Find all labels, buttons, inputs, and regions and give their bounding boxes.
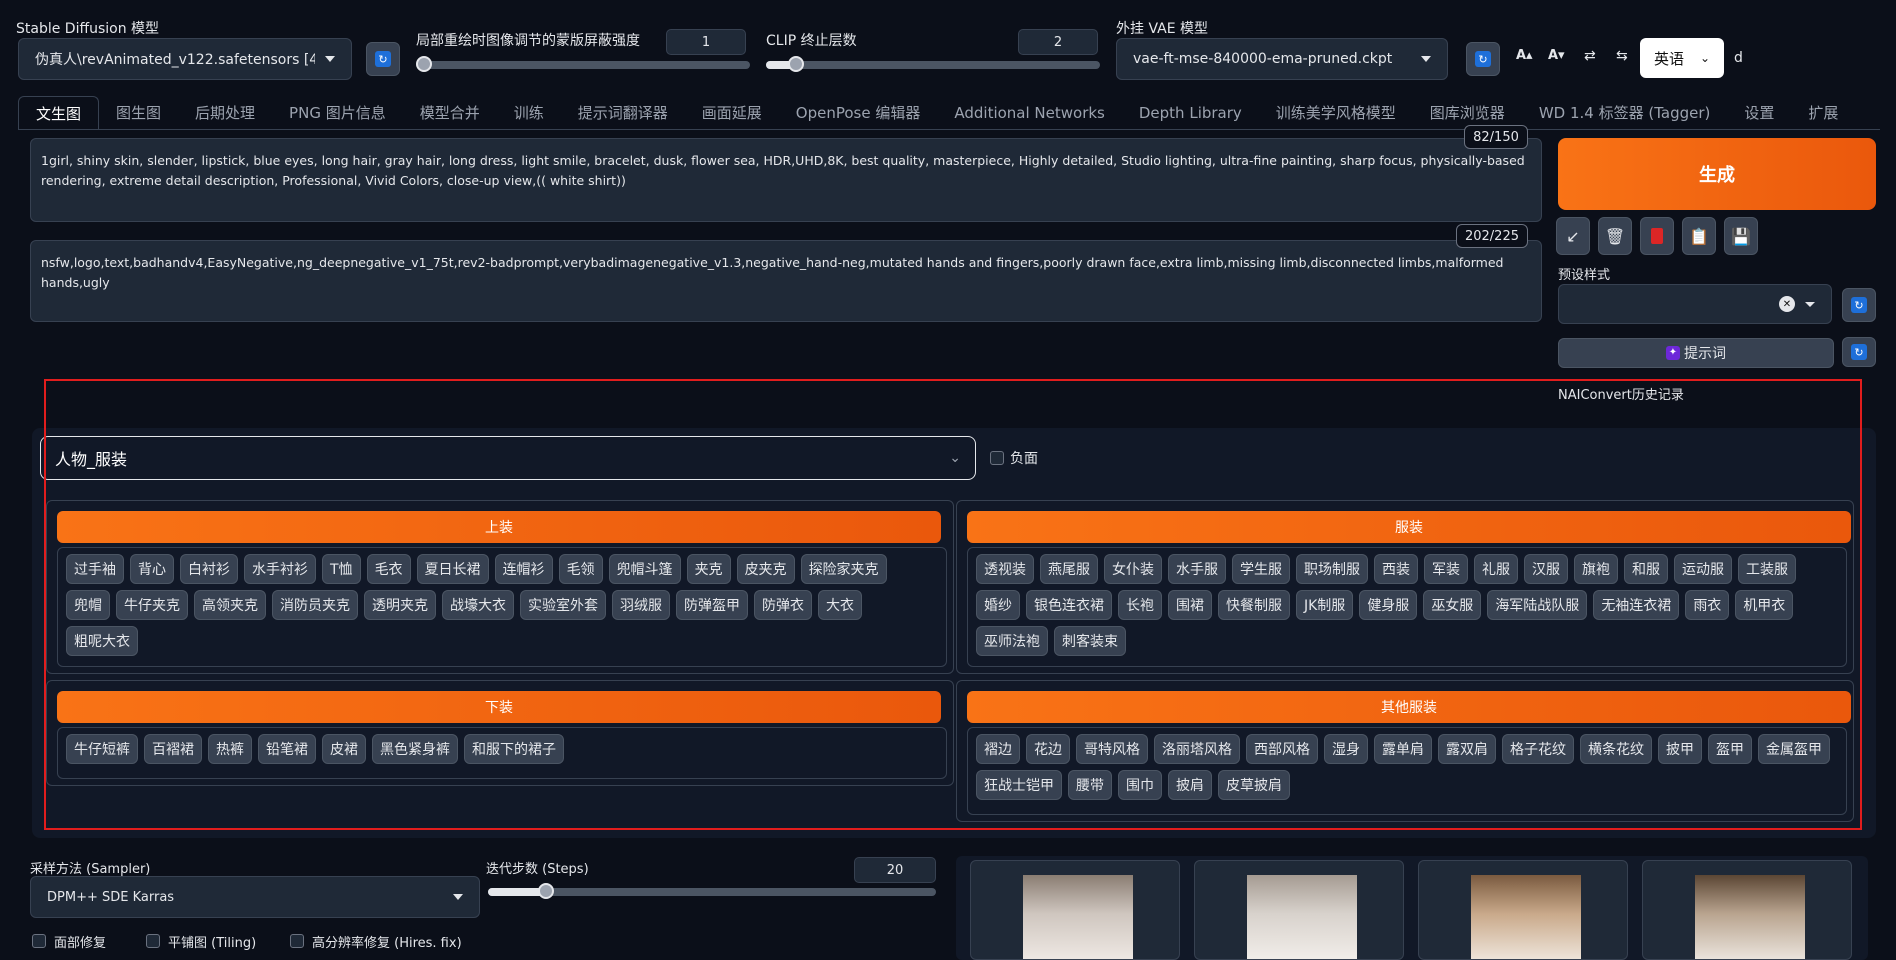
clipboard-icon[interactable]: 📋 bbox=[1682, 217, 1716, 255]
tab-item[interactable]: 训练 bbox=[497, 96, 561, 130]
model-label: Stable Diffusion 模型 bbox=[16, 21, 160, 37]
vae-select[interactable]: vae-ft-mse-840000-ema-pruned.ckpt bbox=[1116, 38, 1448, 80]
steps-slider[interactable] bbox=[488, 883, 936, 899]
refresh-preset-button[interactable]: ↻ bbox=[1842, 288, 1876, 322]
tab-item[interactable]: 提示词翻译器 bbox=[561, 96, 685, 130]
tab-item[interactable]: 扩展 bbox=[1791, 96, 1855, 130]
negative-prompt-text: nsfw,logo,text,badhandv4,EasyNegative,ng… bbox=[41, 255, 1504, 290]
clip-value-input[interactable]: 2 bbox=[1018, 29, 1098, 55]
tab-item[interactable]: 文生图 bbox=[18, 96, 100, 130]
mask-value-input[interactable]: 1 bbox=[666, 29, 746, 55]
font-down-icon[interactable]: A▾ bbox=[1548, 48, 1565, 63]
image-thumbnail bbox=[1023, 875, 1133, 959]
negative-prompt-textarea[interactable]: nsfw,logo,text,badhandv4,EasyNegative,ng… bbox=[30, 240, 1542, 322]
image-thumbnail bbox=[1471, 875, 1581, 959]
sampler-label: 采样方法 (Sampler) bbox=[30, 862, 151, 877]
extra-letter: d bbox=[1734, 50, 1743, 66]
sparkle-icon: ✦ bbox=[1666, 346, 1680, 360]
preset-select[interactable]: ✕ bbox=[1558, 284, 1832, 324]
tab-item[interactable]: OpenPose 编辑器 bbox=[779, 96, 938, 130]
chevron-down-icon: ⌄ bbox=[1699, 51, 1710, 65]
hires-checkbox[interactable] bbox=[290, 934, 304, 948]
steps-label: 迭代步数 (Steps) bbox=[486, 862, 589, 877]
gallery-image[interactable] bbox=[1418, 860, 1628, 960]
highlight-box bbox=[44, 379, 1862, 830]
chevron-down-icon bbox=[325, 56, 335, 62]
gallery-image[interactable] bbox=[970, 860, 1180, 960]
model-value: 伪真人\revAnimated_v122.safetensors [4199bc bbox=[35, 52, 315, 68]
hires-label: 高分辨率修复 (Hires. fix) bbox=[312, 936, 462, 951]
refresh-model-button[interactable]: ↻ bbox=[366, 42, 400, 76]
font-up-icon[interactable]: A▴ bbox=[1516, 48, 1533, 63]
face-fix-label: 面部修复 bbox=[54, 936, 107, 951]
tiling-checkbox[interactable] bbox=[146, 934, 160, 948]
tab-bar: 文生图 图生图 后期处理 PNG 图片信息 模型合并 训练 提示词翻译器 画面延展 OpenPo… bbox=[18, 96, 1855, 130]
language-value: 英语 bbox=[1654, 49, 1685, 68]
tiling-label: 平铺图 (Tiling) bbox=[168, 936, 257, 951]
align-icon[interactable]: ⇆ bbox=[1616, 48, 1628, 64]
mask-label: 局部重绘时图像调节的蒙版屏蔽强度 bbox=[416, 33, 640, 49]
tab-item[interactable]: 画面延展 bbox=[685, 96, 779, 130]
refresh-icon: ↻ bbox=[1851, 344, 1867, 360]
red-card-icon[interactable] bbox=[1640, 217, 1674, 255]
trash-icon[interactable]: 🗑 bbox=[1598, 217, 1632, 255]
chevron-down-icon bbox=[1805, 301, 1815, 307]
tab-item[interactable]: 模型合并 bbox=[403, 96, 497, 130]
sampler-value: DPM++ SDE Karras bbox=[47, 889, 175, 905]
chevron-down-icon bbox=[1421, 56, 1431, 62]
tab-item[interactable]: Depth Library bbox=[1122, 96, 1259, 130]
tab-item[interactable]: 训练美学风格模型 bbox=[1259, 96, 1413, 130]
refresh-icon: ↻ bbox=[1475, 51, 1491, 67]
steps-value-input[interactable]: 20 bbox=[854, 857, 936, 883]
refresh-icon: ↻ bbox=[375, 51, 391, 67]
gallery-image[interactable] bbox=[1642, 860, 1852, 960]
sampler-select[interactable]: DPM++ SDE Karras bbox=[30, 876, 480, 918]
prompt-token-counter: 82/150 bbox=[1464, 125, 1528, 149]
refresh-icon: ↻ bbox=[1851, 297, 1867, 313]
refresh-vae-button[interactable]: ↻ bbox=[1466, 42, 1500, 76]
preset-label: 预设样式 bbox=[1558, 268, 1611, 283]
tab-item[interactable]: WD 1.4 标签器 (Tagger) bbox=[1522, 96, 1728, 130]
face-fix-checkbox[interactable] bbox=[32, 934, 46, 948]
tab-item[interactable]: 图生图 bbox=[99, 96, 178, 130]
prompt-button-label: 提示词 bbox=[1684, 346, 1726, 362]
save-icon[interactable]: 💾 bbox=[1724, 217, 1758, 255]
tab-item[interactable]: Additional Networks bbox=[937, 96, 1122, 130]
steps-slider-handle[interactable] bbox=[538, 883, 554, 899]
image-thumbnail bbox=[1695, 875, 1805, 959]
arrow-icon[interactable]: ↙ bbox=[1556, 217, 1590, 255]
prompt-textarea[interactable]: 1girl, shiny skin, slender, lipstick, bl… bbox=[30, 138, 1542, 222]
clip-slider[interactable] bbox=[766, 56, 1100, 72]
tab-item[interactable]: 后期处理 bbox=[178, 96, 272, 130]
chevron-down-icon bbox=[453, 894, 463, 900]
clip-label: CLIP 终止层数 bbox=[766, 33, 857, 49]
image-thumbnail bbox=[1247, 875, 1357, 959]
generate-button[interactable]: 生成 bbox=[1558, 138, 1876, 210]
prompt-text: 1girl, shiny skin, slender, lipstick, bl… bbox=[41, 153, 1525, 188]
swap-icon[interactable]: ⇄ bbox=[1584, 48, 1596, 64]
clip-slider-handle[interactable] bbox=[788, 56, 804, 72]
vae-label: 外挂 VAE 模型 bbox=[1116, 21, 1209, 37]
tab-divider bbox=[18, 129, 1880, 130]
prompt-button[interactable]: ✦ 提示词 bbox=[1558, 338, 1834, 368]
clear-icon[interactable]: ✕ bbox=[1779, 296, 1795, 312]
model-select[interactable]: 伪真人\revAnimated_v122.safetensors [4199bc bbox=[18, 38, 352, 80]
tab-item[interactable]: PNG 图片信息 bbox=[272, 96, 403, 130]
vae-value: vae-ft-mse-840000-ema-pruned.ckpt bbox=[1133, 51, 1393, 67]
language-select[interactable]: 英语 ⌄ bbox=[1640, 38, 1724, 78]
gallery-image[interactable] bbox=[1194, 860, 1404, 960]
negative-token-counter: 202/225 bbox=[1456, 224, 1528, 248]
mask-slider-handle[interactable] bbox=[416, 56, 432, 72]
refresh-prompt-button[interactable]: ↻ bbox=[1842, 337, 1876, 367]
tab-item[interactable]: 设置 bbox=[1727, 96, 1791, 130]
mask-slider[interactable] bbox=[416, 56, 750, 72]
